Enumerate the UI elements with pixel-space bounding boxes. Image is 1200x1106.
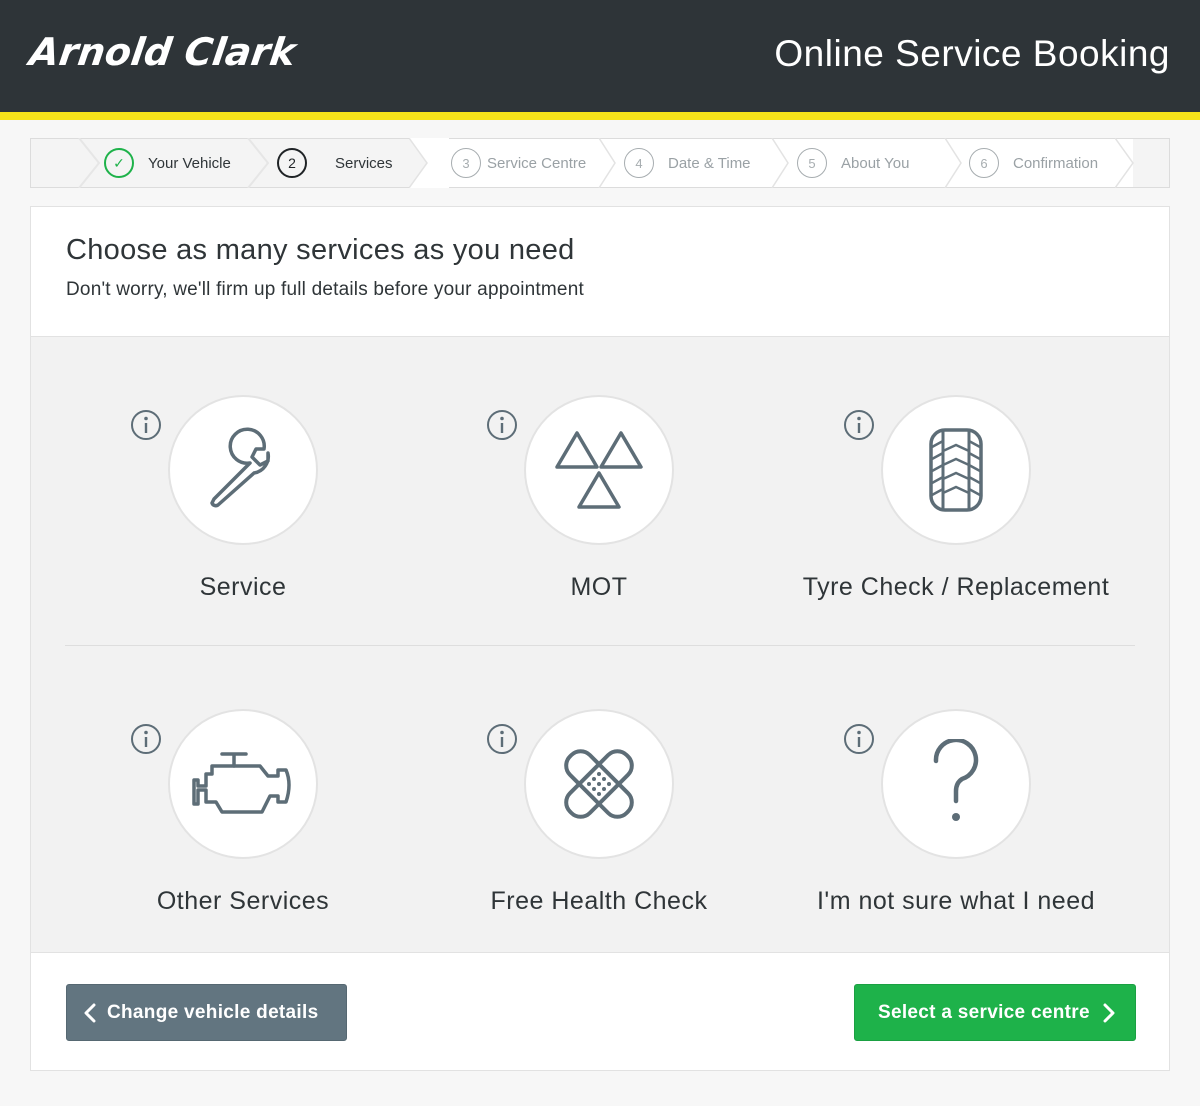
services-grid: Service MOT Tyre Check / Replacement Oth…	[31, 336, 1169, 953]
not-sure-label: I'm not sure what I need	[816, 887, 1096, 915]
step-label: Services	[335, 154, 393, 172]
step-services[interactable]: 2 Services	[277, 139, 393, 187]
info-icon[interactable]	[486, 723, 518, 755]
engine-icon	[192, 752, 291, 814]
step-separator-icon	[78, 138, 101, 188]
step-number: 3	[451, 148, 481, 178]
step-your-vehicle[interactable]: ✓ Your Vehicle	[104, 139, 231, 187]
other-services-select-button[interactable]	[168, 709, 318, 859]
arnold-clark-logo[interactable]: Arnold Clark	[27, 30, 299, 74]
step-number: 6	[969, 148, 999, 178]
step-about-you: 5 About You	[797, 139, 909, 187]
info-icon[interactable]	[130, 723, 162, 755]
step-number: 4	[624, 148, 654, 178]
step-number: 5	[797, 148, 827, 178]
tyre-select-button[interactable]	[881, 395, 1031, 545]
page-header-title: Online Service Booking	[774, 33, 1170, 74]
info-icon[interactable]	[843, 409, 875, 441]
change-vehicle-label: Change vehicle details	[107, 1001, 319, 1023]
other-services-label: Other Services	[156, 887, 330, 915]
service-tile-health-check[interactable]: Free Health Check	[421, 651, 777, 915]
step-check-icon: ✓	[104, 148, 134, 178]
select-service-centre-button[interactable]: Select a service centre	[854, 984, 1136, 1041]
change-vehicle-button[interactable]: Change vehicle details	[66, 984, 347, 1041]
mot-triangles-icon	[555, 431, 643, 509]
page-title: Choose as many services as you need	[66, 234, 575, 266]
step-separator-icon	[247, 138, 270, 188]
step-separator-icon	[771, 138, 789, 188]
not-sure-select-button[interactable]	[881, 709, 1031, 859]
service-tile-service[interactable]: Service	[65, 337, 421, 601]
step-date-time: 4 Date & Time	[624, 139, 751, 187]
question-mark-icon	[933, 739, 979, 821]
step-label: Date & Time	[668, 154, 751, 172]
health-check-select-button[interactable]	[524, 709, 674, 859]
tyre-icon	[929, 428, 983, 512]
mot-select-button[interactable]	[524, 395, 674, 545]
step-number: 2	[277, 148, 307, 178]
chevron-right-icon	[1103, 1003, 1115, 1022]
step-confirmation: 6 Confirmation	[969, 139, 1098, 187]
service-tile-not-sure[interactable]: I'm not sure what I need	[778, 651, 1134, 915]
plaster-icon	[564, 749, 634, 819]
service-select-button[interactable]	[168, 395, 318, 545]
health-check-label: Free Health Check	[490, 887, 708, 915]
info-icon[interactable]	[486, 409, 518, 441]
service-tile-tyre[interactable]: Tyre Check / Replacement	[778, 337, 1134, 601]
site-header: Arnold Clark Online Service Booking	[0, 0, 1200, 112]
service-label: Service	[199, 573, 287, 601]
row-divider	[65, 645, 1135, 646]
mot-label: MOT	[570, 573, 628, 601]
wrench-icon	[210, 427, 271, 508]
info-icon[interactable]	[843, 723, 875, 755]
services-card: Choose as many services as you need Don'…	[30, 206, 1170, 1071]
step-separator-icon	[1115, 138, 1134, 188]
step-label: About You	[841, 154, 910, 172]
service-tile-mot[interactable]: MOT	[421, 337, 777, 601]
progress-stepper: ✓ Your Vehicle 2 Services 3 Service Cent…	[30, 138, 1170, 188]
select-service-centre-label: Select a service centre	[878, 1001, 1090, 1023]
step-label: Service Centre	[487, 154, 587, 172]
header-stripe	[0, 112, 1200, 120]
info-icon[interactable]	[130, 409, 162, 441]
step-separator-icon	[598, 138, 616, 188]
chevron-left-icon	[84, 1003, 96, 1022]
page-subtitle: Don't worry, we'll firm up full details …	[66, 279, 584, 300]
tyre-label: Tyre Check / Replacement	[802, 573, 1110, 601]
step-label: Confirmation	[1013, 154, 1099, 172]
service-tile-other[interactable]: Other Services	[65, 651, 421, 915]
step-label: Your Vehicle	[148, 154, 231, 172]
step-service-centre: 3 Service Centre	[451, 139, 586, 187]
